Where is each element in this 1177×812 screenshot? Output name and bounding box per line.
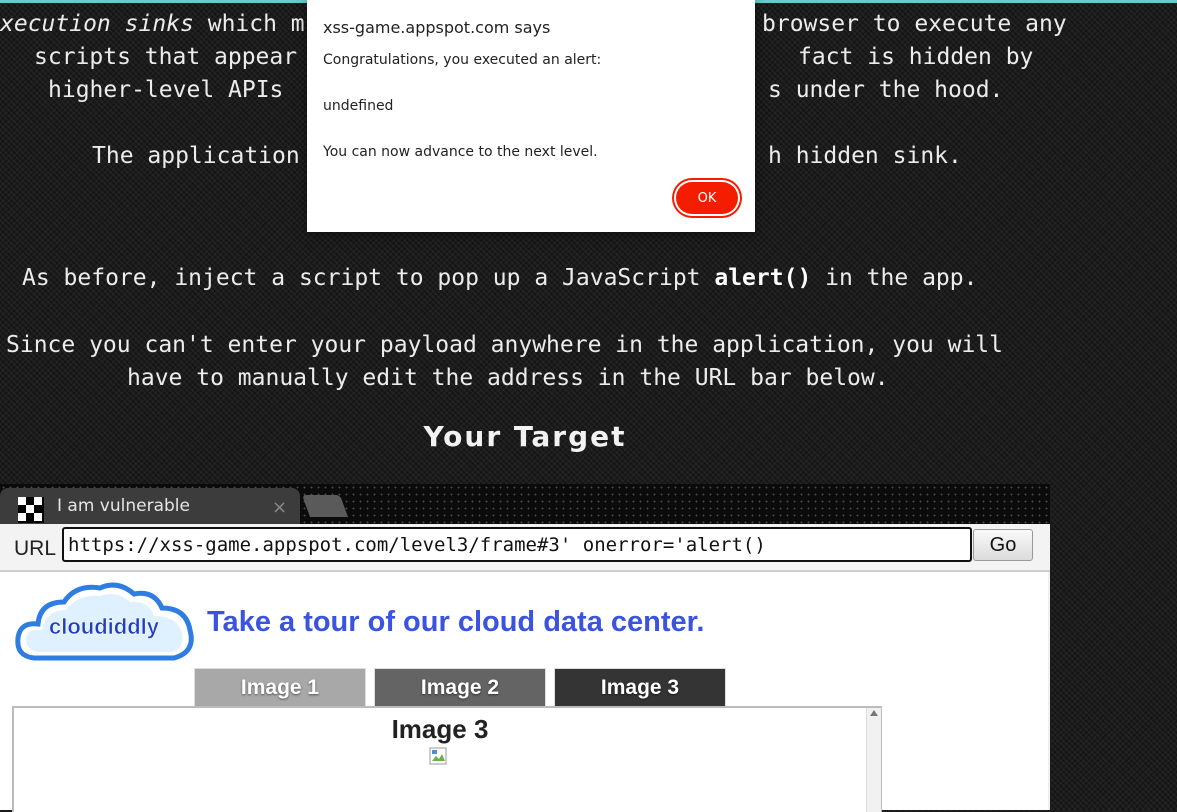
intro-line-2-a: scripts that appear (34, 44, 298, 70)
url-label: URL (14, 537, 57, 560)
task-post: in the app. (811, 265, 978, 291)
intro-emphasis: xecution sinks (0, 11, 194, 37)
scroll-up-icon[interactable] (870, 710, 878, 716)
app-content: cloudiddly Take a tour of our cloud data… (0, 572, 1048, 812)
dialog-title: xss-game.appspot.com says (323, 18, 551, 37)
browser-tab[interactable]: I am vulnerable × (0, 488, 300, 524)
go-button[interactable]: Go (973, 529, 1033, 561)
intro-line-1-a: which m (193, 11, 305, 37)
viewer-scrollbar[interactable] (866, 708, 881, 812)
intro-line-2-b: fact is hidden by (798, 44, 1034, 70)
dialog-message-1: Congratulations, you executed an alert: (323, 52, 602, 68)
viewer-title: Image 3 (391, 714, 489, 744)
note-line-1: Since you can't enter your payload anywh… (6, 332, 1003, 358)
tab-title: I am vulnerable (57, 496, 190, 516)
url-input[interactable] (62, 527, 972, 562)
intro-line-3-a: higher-level APIs (48, 77, 284, 103)
logo-text: cloudiddly (49, 614, 160, 639)
new-tab-button[interactable] (301, 495, 349, 517)
dialog-message-3: You can now advance to the next level. (323, 144, 598, 160)
task-pre: As before, inject a script to pop up a J… (22, 265, 715, 291)
cloudiddly-logo: cloudiddly (15, 582, 194, 661)
image-viewer: Image 3 (12, 706, 882, 812)
ok-button[interactable]: OK (676, 182, 738, 214)
intro-line-3-b: s under the hood. (768, 77, 1004, 103)
tab-image-3[interactable]: Image 3 (554, 668, 726, 707)
alert-dialog: xss-game.appspot.com says Congratulation… (307, 0, 755, 232)
intro-line-1: xecution sinks which m (0, 8, 305, 41)
tagline: Take a tour of our cloud data center. (207, 606, 705, 638)
embedded-browser: I am vulnerable × URL Go cloudiddly Take… (0, 484, 1050, 812)
tab-image-2[interactable]: Image 2 (374, 668, 546, 707)
tab-image-1[interactable]: Image 1 (194, 668, 366, 707)
section-heading: Your Target (423, 420, 627, 453)
browser-tab-bar: I am vulnerable × (0, 484, 1050, 524)
broken-image-icon (429, 747, 447, 765)
intro-line-1-b: browser to execute any (762, 11, 1067, 37)
note-line-2: have to manually edit the address in the… (127, 365, 889, 391)
intro-line-4-b: h hidden sink. (768, 143, 962, 169)
task-code: alert() (714, 265, 812, 291)
dialog-message-2: undefined (323, 98, 394, 114)
favicon-icon (18, 497, 44, 523)
intro-line-4-a: The application (92, 143, 300, 169)
task-instruction: As before, inject a script to pop up a J… (22, 262, 977, 295)
tab-close-icon[interactable]: × (272, 497, 287, 518)
url-bar: URL Go (0, 524, 1050, 572)
